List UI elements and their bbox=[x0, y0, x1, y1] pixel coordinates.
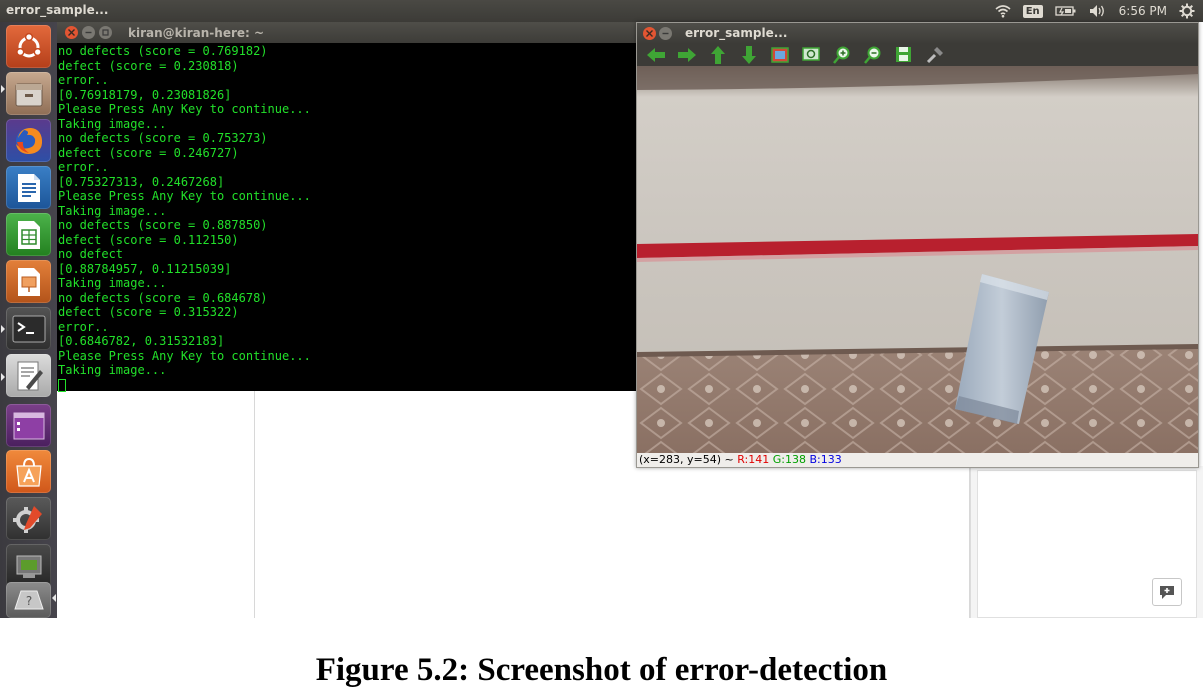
active-window-title: error_sample... bbox=[6, 3, 109, 17]
red-value: R:141 bbox=[737, 453, 770, 466]
settings-gear-icon[interactable] bbox=[1179, 2, 1195, 20]
terminal-line: no defects (score = 0.684678) bbox=[58, 290, 268, 305]
volume-icon[interactable] bbox=[1089, 2, 1107, 20]
terminal-line: Taking image... bbox=[58, 363, 167, 377]
save-icon[interactable] bbox=[891, 45, 916, 65]
close-button[interactable] bbox=[65, 26, 78, 39]
terminal-line: Taking image... bbox=[58, 203, 167, 218]
arrow-right-icon[interactable] bbox=[674, 45, 699, 65]
svg-text:?: ? bbox=[25, 594, 31, 608]
system-settings-icon[interactable] bbox=[6, 497, 51, 540]
minimize-button[interactable] bbox=[82, 26, 95, 39]
arrow-down-icon[interactable] bbox=[736, 45, 761, 65]
green-value: G:138 bbox=[772, 453, 806, 466]
terminal-line: defect (score = 0.230818) bbox=[58, 58, 239, 73]
writer-icon[interactable] bbox=[6, 166, 51, 209]
pixel-info-status: (x=283, y=54) ~ R:141 G:138 B:133 bbox=[637, 453, 1198, 467]
terminal-line: Please Press Any Key to continue... bbox=[58, 348, 311, 363]
terminal-line: defect (score = 0.246727) bbox=[58, 145, 239, 160]
running-indicator bbox=[1, 85, 5, 93]
workspaces-icon[interactable] bbox=[6, 404, 51, 447]
captured-fabric-image[interactable] bbox=[637, 66, 1198, 453]
terminal-line: Taking image... bbox=[58, 116, 167, 131]
keyboard-language-indicator[interactable]: En bbox=[1022, 4, 1043, 18]
terminal-line: [0.6846782, 0.31532183] bbox=[58, 334, 225, 348]
running-indicator bbox=[1, 373, 5, 381]
terminal-line: no defect bbox=[58, 247, 124, 261]
terminal-line: [0.88784957, 0.11215039] bbox=[58, 261, 232, 276]
ubuntu-dash-icon[interactable] bbox=[6, 25, 51, 68]
viewer-toolbar bbox=[637, 43, 1198, 66]
wifi-icon[interactable] bbox=[995, 2, 1011, 20]
cursor-coords: (x=283, y=54) ~ bbox=[639, 453, 734, 466]
terminal-line: error.. bbox=[58, 319, 109, 334]
terminal-line: Taking image... bbox=[58, 276, 167, 290]
impress-icon[interactable] bbox=[6, 260, 51, 303]
battery-icon[interactable] bbox=[1054, 2, 1077, 20]
viewer-titlebar[interactable]: error_sample... bbox=[637, 23, 1198, 43]
maximize-button[interactable] bbox=[99, 26, 112, 39]
figure-caption: Figure 5.2: Screenshot of error-detectio… bbox=[315, 652, 888, 688]
viewer-title: error_sample... bbox=[685, 26, 788, 40]
terminal-line: [0.76918179, 0.23081826] bbox=[58, 87, 232, 102]
terminal-line: error.. bbox=[58, 160, 109, 174]
terminal-line: [0.75327313, 0.2467268] bbox=[58, 174, 225, 189]
properties-icon[interactable] bbox=[922, 45, 947, 65]
minimize-icon bbox=[662, 32, 669, 34]
terminal-line: error.. bbox=[58, 73, 109, 87]
terminal-cursor bbox=[58, 378, 66, 392]
close-button[interactable] bbox=[643, 26, 656, 40]
terminal-line: defect (score = 0.315322) bbox=[58, 305, 239, 319]
maximize-icon bbox=[102, 29, 109, 36]
terminal-icon[interactable] bbox=[6, 307, 51, 350]
comment-icon bbox=[1160, 585, 1174, 599]
scroll-indicator bbox=[52, 594, 56, 602]
firefox-icon[interactable] bbox=[6, 119, 51, 162]
zoom-fit-icon[interactable] bbox=[767, 45, 792, 65]
terminal-title: kiran@kiran-here: ~ bbox=[128, 25, 265, 40]
zoom-original-icon[interactable] bbox=[798, 45, 823, 65]
terminal-line: defect (score = 0.112150) bbox=[58, 232, 239, 247]
arrow-left-icon[interactable] bbox=[643, 45, 668, 65]
terminal-line: Please Press Any Key to continue... bbox=[58, 102, 311, 116]
blue-value: B:133 bbox=[809, 453, 842, 466]
text-editor-icon[interactable] bbox=[6, 354, 51, 397]
indicator-area: En 6:56 PM bbox=[995, 2, 1195, 20]
minimize-icon bbox=[85, 31, 92, 34]
top-panel: error_sample... En 6:56 PM bbox=[0, 0, 1203, 22]
files-icon[interactable] bbox=[6, 72, 51, 115]
zoom-in-icon[interactable] bbox=[829, 45, 854, 65]
running-indicator bbox=[1, 325, 5, 333]
software-center-icon[interactable] bbox=[6, 450, 51, 493]
usb-device-icon[interactable] bbox=[6, 544, 51, 587]
terminal-window[interactable]: kiran@kiran-here: ~ no defects (score = … bbox=[57, 22, 637, 392]
terminal-line: Please Press Any Key to continue... bbox=[58, 189, 311, 203]
terminal-titlebar[interactable]: kiran@kiran-here: ~ bbox=[57, 22, 637, 43]
image-viewer-window[interactable]: error_sample... (x=283, y=54) ~ R:141 G:… bbox=[636, 22, 1199, 468]
calc-icon[interactable] bbox=[6, 213, 51, 256]
clock[interactable]: 6:56 PM bbox=[1119, 4, 1167, 18]
close-icon bbox=[68, 29, 75, 36]
launcher: ? bbox=[0, 22, 57, 618]
arrow-up-icon[interactable] bbox=[705, 45, 730, 65]
minimize-button[interactable] bbox=[659, 26, 672, 40]
help-icon[interactable]: ? bbox=[6, 582, 51, 618]
zoom-out-icon[interactable] bbox=[860, 45, 885, 65]
terminal-line: no defects (score = 0.769182) bbox=[58, 44, 268, 58]
terminal-output[interactable]: no defects (score = 0.769182) defect (sco… bbox=[57, 43, 637, 392]
terminal-line: no defects (score = 0.887850) bbox=[58, 218, 268, 232]
comment-button[interactable] bbox=[1152, 578, 1182, 606]
terminal-line: no defects (score = 0.753273) bbox=[58, 131, 268, 145]
close-icon bbox=[646, 29, 653, 37]
